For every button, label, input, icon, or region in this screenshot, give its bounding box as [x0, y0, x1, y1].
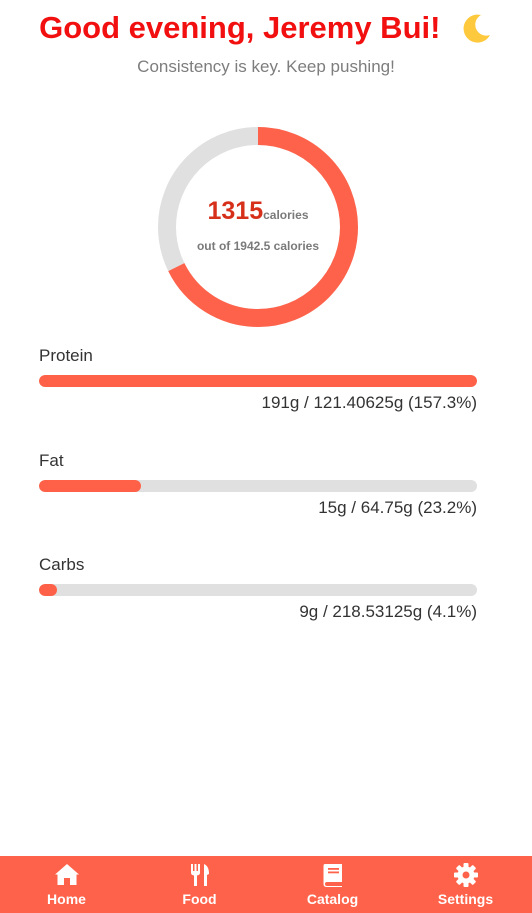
macro-value: 9g / 218.53125g (4.1%)	[299, 602, 477, 621]
greeting-header: Good evening, Jeremy Bui!	[0, 10, 532, 46]
nav-catalog-label: Catalog	[306, 891, 359, 907]
motivation-subtitle: Consistency is key. Keep pushing!	[137, 57, 395, 76]
macro-label: Protein	[39, 346, 93, 365]
bottom-navigation: Home Food Catalog Settings	[0, 856, 532, 913]
calorie-progress-ring: 1315calories out of 1942.5 calories	[158, 127, 358, 327]
macro-bar-fill	[39, 584, 57, 596]
gear-icon	[453, 863, 478, 887]
home-screen: Good evening, Jeremy Bui! Consistency is…	[0, 0, 532, 913]
calories-unit: calories	[263, 208, 309, 222]
macro-value: 191g / 121.40625g (157.3%)	[261, 393, 477, 412]
nav-catalog[interactable]: Catalog	[278, 862, 388, 907]
macro-bar-fill	[39, 375, 477, 387]
crescent-moon-icon	[463, 14, 490, 43]
greeting-text: Good evening, Jeremy Bui!	[39, 10, 441, 45]
macro-bar-track	[39, 480, 477, 492]
calorie-goal-text: out of 1942.5 calories	[196, 239, 320, 253]
book-icon	[323, 864, 342, 887]
macro-bar-track	[39, 375, 477, 387]
macro-label: Carbs	[39, 555, 85, 574]
macro-carbs: Carbs 9g / 218.53125g (4.1%)	[39, 555, 477, 622]
nav-food-label: Food	[182, 891, 217, 907]
nav-settings[interactable]: Settings	[411, 862, 521, 907]
nav-food[interactable]: Food	[145, 862, 255, 907]
nav-home-label: Home	[47, 891, 86, 907]
macro-bar-track	[39, 584, 477, 596]
macro-value: 15g / 64.75g (23.2%)	[318, 498, 477, 517]
macro-label: Fat	[39, 451, 64, 470]
calorie-ring-graphic	[158, 127, 358, 327]
macro-fat: Fat 15g / 64.75g (23.2%)	[39, 451, 477, 518]
macro-bar-fill	[39, 480, 141, 492]
calories-consumed: 1315	[207, 197, 264, 225]
macro-protein: Protein 191g / 121.40625g (157.3%)	[39, 346, 477, 413]
fork-knife-icon	[190, 864, 209, 886]
nav-settings-label: Settings	[437, 891, 494, 907]
calorie-count: 1315calories	[158, 197, 358, 226]
home-icon	[54, 864, 79, 885]
nav-home[interactable]: Home	[12, 862, 122, 907]
